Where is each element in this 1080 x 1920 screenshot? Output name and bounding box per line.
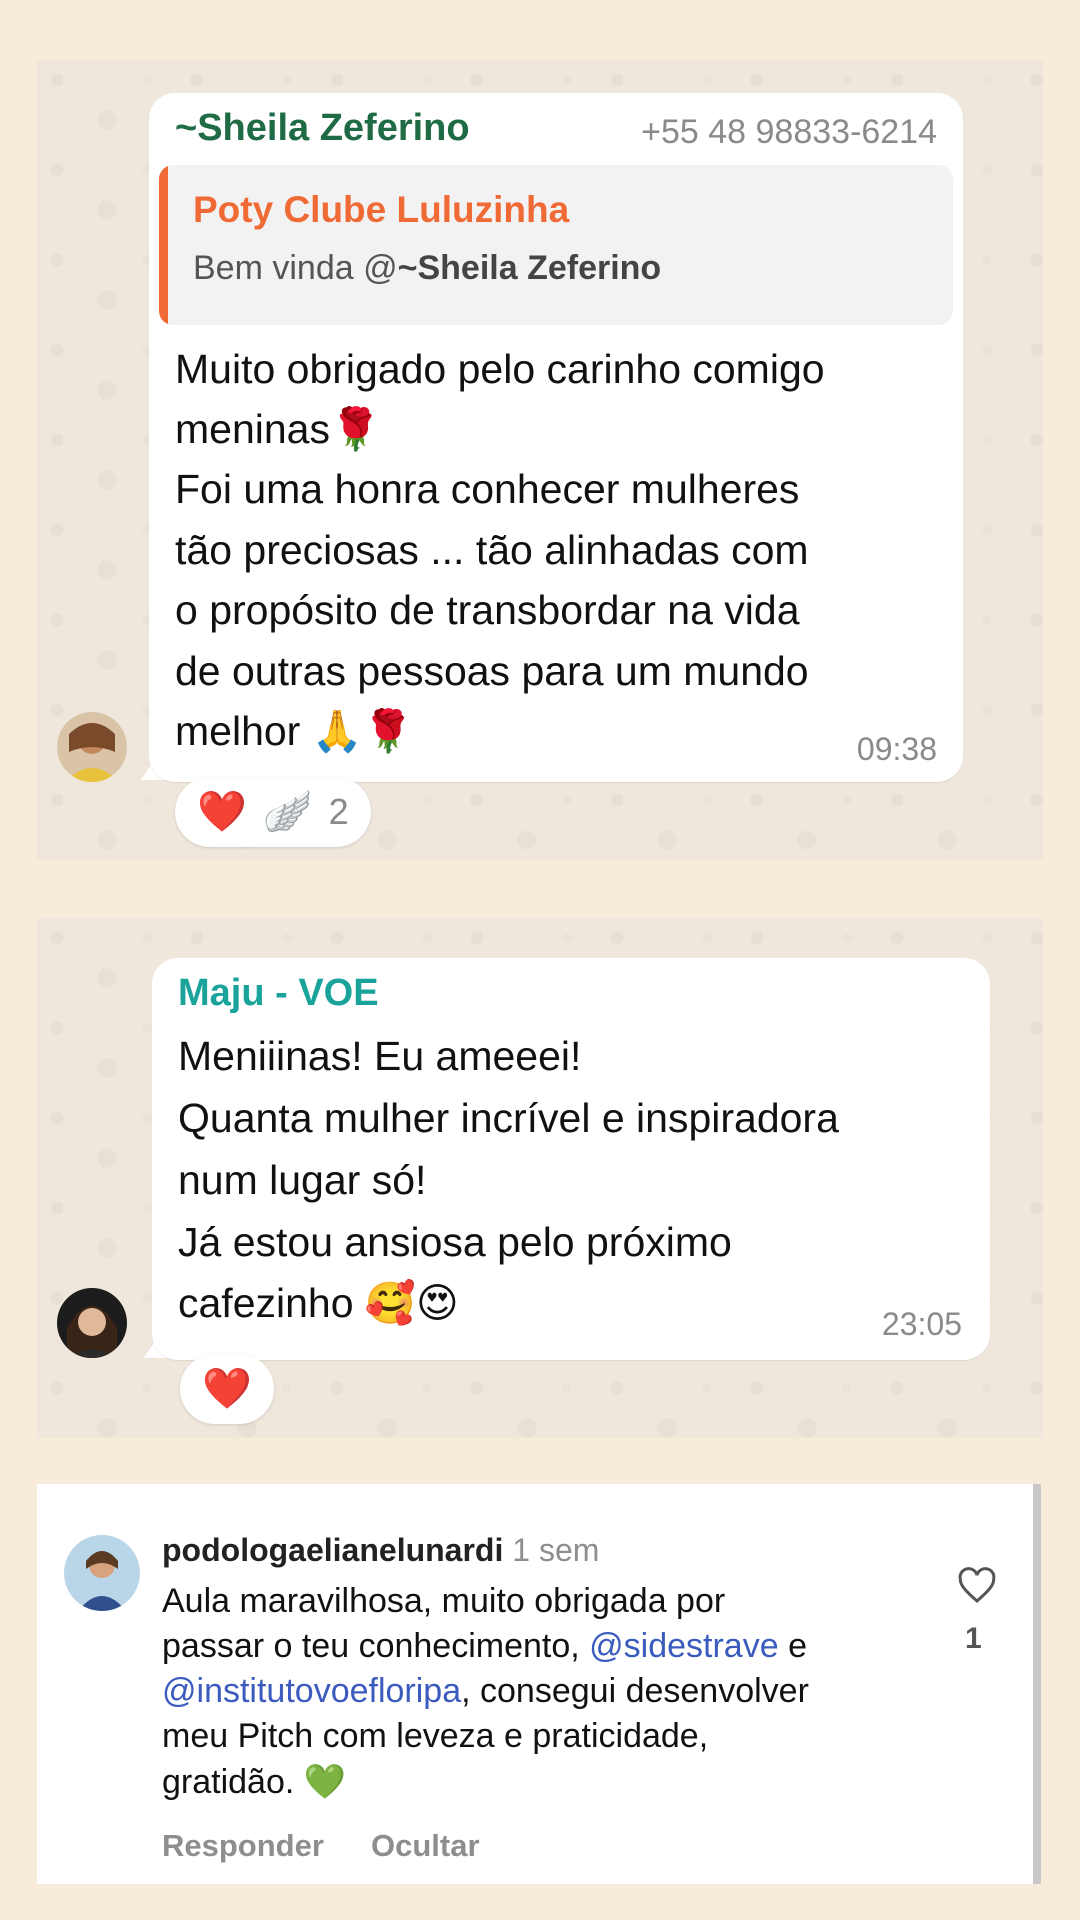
quoted-message[interactable]: Poty Clube Luluzinha Bem vinda @~Sheila … xyxy=(159,165,953,325)
commenter-username[interactable]: podologaelianelunardi xyxy=(162,1532,503,1568)
comment-card: podologaelianelunardi 1 sem Aula maravil… xyxy=(37,1484,1041,1884)
sender-avatar[interactable] xyxy=(57,712,127,782)
message-line: cafezinho 🥰😍 xyxy=(178,1280,459,1326)
comment-line: @institutovoefloripa, consegui desenvolv… xyxy=(162,1672,809,1710)
chat-panel-sheila: ~Sheila Zeferino +55 48 98833-6214 Poty … xyxy=(37,60,1043,860)
comment-line: Aula maravilhosa, muito obrigada por xyxy=(162,1582,726,1620)
commenter-avatar[interactable] xyxy=(64,1535,140,1611)
message-line: Meniiinas! Eu ameeei! xyxy=(178,1033,582,1079)
hide-button[interactable]: Ocultar xyxy=(371,1828,480,1864)
reactions-pill[interactable]: ❤️ 🪽 2 xyxy=(175,777,371,847)
quote-accent-bar xyxy=(159,165,168,325)
message-bubble[interactable]: Maju - VOE Meniiinas! Eu ameeei! Quanta … xyxy=(152,958,990,1360)
scrollbar[interactable] xyxy=(1033,1484,1041,1884)
comment-header: podologaelianelunardi 1 sem xyxy=(162,1532,599,1569)
reactions-pill[interactable]: ❤️ xyxy=(180,1354,274,1424)
reaction-count: 2 xyxy=(328,791,349,832)
heart-reaction-icon: ❤️ xyxy=(202,1367,252,1411)
avatar-photo-icon xyxy=(57,1288,127,1358)
comment-line: gratidão. 💚 xyxy=(162,1763,347,1801)
message-bubble[interactable]: ~Sheila Zeferino +55 48 98833-6214 Poty … xyxy=(149,93,963,782)
mention-link[interactable]: @institutovoefloripa xyxy=(162,1672,461,1710)
message-timestamp: 09:38 xyxy=(856,731,937,767)
message-line: de outras pessoas para um mundo xyxy=(175,648,809,694)
comment-line: meu Pitch com leveza e praticidade, xyxy=(162,1717,709,1755)
quote-mention: ~Sheila Zeferino xyxy=(397,249,662,287)
avatar-photo-icon xyxy=(64,1535,140,1611)
mention-link[interactable]: @sidestrave xyxy=(589,1627,778,1665)
sender-avatar[interactable] xyxy=(57,1288,127,1358)
message-line: Quanta mulher incrível e inspiradora xyxy=(178,1095,839,1141)
comment-line: passar o teu conhecimento, @sidestrave e xyxy=(162,1627,807,1665)
avatar-photo-icon xyxy=(57,712,127,782)
quote-text: Bem vinda @~Sheila Zeferino xyxy=(193,249,662,287)
like-heart-icon[interactable] xyxy=(957,1566,997,1606)
message-line: melhor 🙏🌹 xyxy=(175,708,414,754)
message-line: Muito obrigado pelo carinho comigo xyxy=(175,346,825,392)
heart-reaction-icon: ❤️ xyxy=(197,790,247,834)
message-line: num lugar só! xyxy=(178,1157,427,1203)
message-line: meninas🌹 xyxy=(175,406,382,452)
sender-name[interactable]: ~Sheila Zeferino xyxy=(175,107,470,150)
message-line: Já estou ansiosa pelo próximo xyxy=(178,1219,732,1265)
message-timestamp: 23:05 xyxy=(881,1306,962,1342)
message-line: Foi uma honra conhecer mulheres xyxy=(175,466,800,512)
sender-phone: +55 48 98833-6214 xyxy=(641,113,937,151)
sender-name[interactable]: Maju - VOE xyxy=(178,972,379,1015)
message-line: tão preciosas ... tão alinhadas com xyxy=(175,527,809,573)
message-line: o propósito de transbordar na vida xyxy=(175,587,800,633)
chat-panel-maju: Maju - VOE Meniiinas! Eu ameeei! Quanta … xyxy=(37,918,1043,1438)
quote-sender: Poty Clube Luluzinha xyxy=(193,189,570,230)
wing-reaction-icon: 🪽 xyxy=(262,790,313,834)
reply-button[interactable]: Responder xyxy=(162,1828,324,1864)
like-count: 1 xyxy=(965,1622,982,1655)
comment-age: 1 sem xyxy=(512,1532,600,1568)
